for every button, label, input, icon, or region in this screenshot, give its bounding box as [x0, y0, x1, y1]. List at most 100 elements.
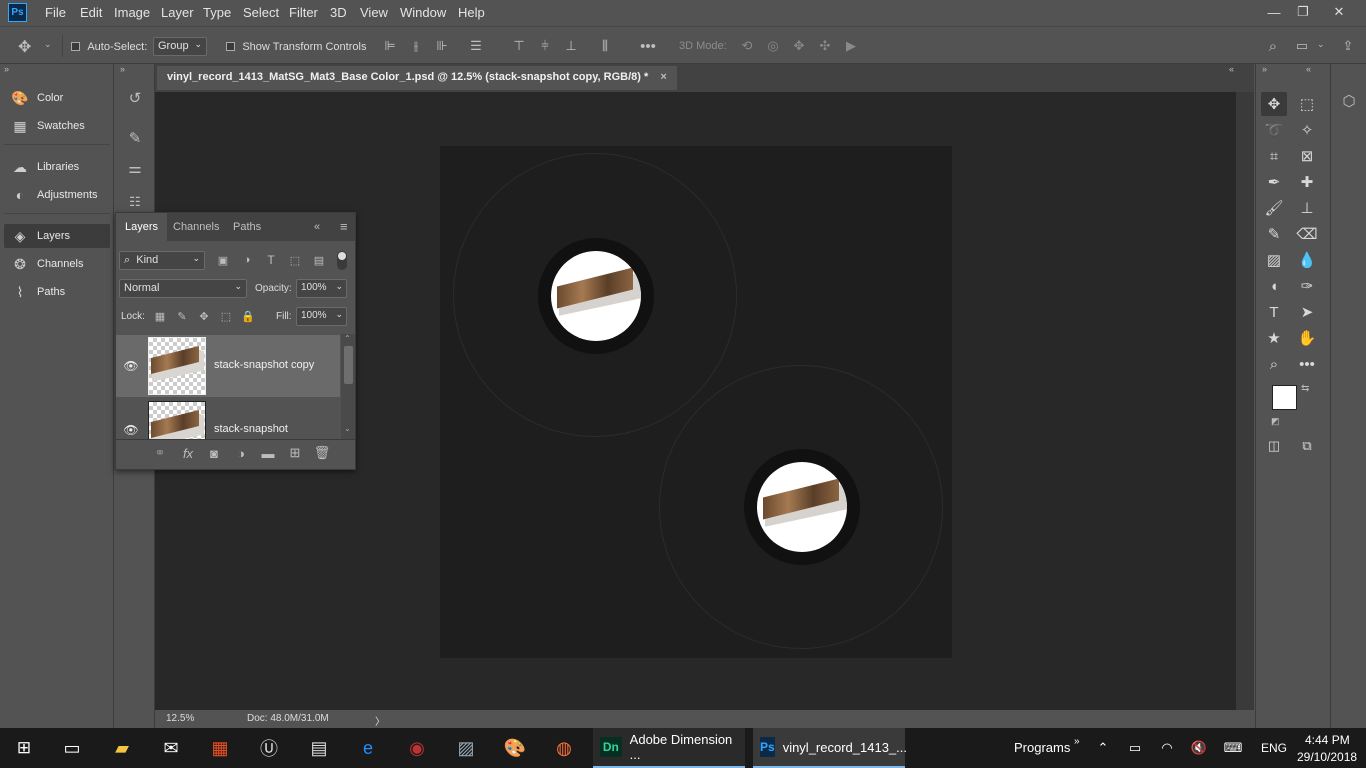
- layer-name[interactable]: stack-snapshot: [214, 423, 288, 435]
- firefox-icon[interactable]: ◍: [540, 728, 588, 768]
- type-tool[interactable]: T: [1261, 300, 1287, 324]
- menu-help[interactable]: Help: [458, 5, 485, 20]
- menu-file[interactable]: File: [45, 5, 66, 20]
- hand-tool[interactable]: ✋: [1294, 326, 1320, 350]
- file-explorer-icon[interactable]: ▰: [98, 728, 146, 768]
- more-tools-icon[interactable]: •••: [1294, 352, 1320, 376]
- windows-start-icon[interactable]: ⊞: [0, 728, 48, 768]
- healing-brush-tool[interactable]: ✚: [1294, 170, 1320, 194]
- eye-icon[interactable]: 👁: [123, 423, 138, 437]
- layer-row[interactable]: 👁 stack-snapshot: [116, 399, 340, 439]
- menu-3d[interactable]: 3D: [330, 5, 347, 20]
- filter-type-icon[interactable]: T: [264, 253, 278, 267]
- filter-smart-object-icon[interactable]: ▤: [312, 253, 326, 267]
- mask-icon[interactable]: ◙: [206, 446, 222, 461]
- image-viewer-icon[interactable]: ▨: [442, 728, 490, 768]
- menu-type[interactable]: Type: [203, 5, 231, 20]
- collapse-strip-icon[interactable]: »: [120, 64, 125, 74]
- tab-layers[interactable]: Layers: [116, 213, 168, 241]
- menu-select[interactable]: Select: [243, 5, 279, 20]
- clock-date[interactable]: 29/10/2018: [1297, 750, 1357, 764]
- dock-item-channels[interactable]: ❂ Channels: [4, 252, 110, 276]
- vertical-scrollbar[interactable]: [1236, 92, 1254, 710]
- align-center-icon[interactable]: ⫲: [407, 37, 425, 55]
- task-view-icon[interactable]: ▭: [48, 728, 96, 768]
- layer-row-selected[interactable]: 👁 stack-snapshot copy: [116, 335, 340, 397]
- calendar-icon[interactable]: ▤: [295, 728, 343, 768]
- dock-item-paths[interactable]: ⌇ Paths: [4, 280, 110, 304]
- distribute-vertical-icon[interactable]: ⫼: [596, 37, 614, 55]
- move-tool[interactable]: ✥: [1261, 92, 1287, 116]
- scroll-up-icon[interactable]: ⌃: [344, 334, 351, 343]
- battery-icon[interactable]: ▭: [1122, 728, 1148, 768]
- collapse-dock-icon[interactable]: »: [4, 64, 9, 74]
- scroll-thumb[interactable]: [344, 346, 353, 384]
- align-right-icon[interactable]: ⊪: [433, 37, 451, 55]
- 3d-panel-icon[interactable]: ⬡: [1337, 90, 1361, 112]
- filter-kind-dropdown[interactable]: ⌕ Kind ⌄: [119, 251, 205, 270]
- lock-transparent-icon[interactable]: ▦: [153, 309, 167, 323]
- dock-item-adjustments[interactable]: ◐ Adjustments: [4, 183, 110, 207]
- eyedropper-tool[interactable]: ✒: [1261, 170, 1287, 194]
- lock-pixels-icon[interactable]: ✎: [175, 309, 189, 323]
- layer-thumbnail[interactable]: [148, 337, 206, 395]
- unreal-engine-icon[interactable]: Ⓤ: [245, 728, 293, 768]
- lock-position-icon[interactable]: ✥: [197, 309, 211, 323]
- 3d-pan-icon[interactable]: ✥: [790, 37, 808, 55]
- share-icon[interactable]: ⇪: [1338, 37, 1358, 55]
- menu-edit[interactable]: Edit: [80, 5, 102, 20]
- store-icon[interactable]: ▦: [196, 728, 244, 768]
- layer-name[interactable]: stack-snapshot copy: [214, 359, 314, 371]
- align-left-icon[interactable]: ⊫: [381, 37, 399, 55]
- panel-menu-icon[interactable]: ≡: [340, 219, 348, 234]
- fill-input[interactable]: 100% ⌄: [296, 307, 347, 326]
- menu-view[interactable]: View: [360, 5, 388, 20]
- menu-filter[interactable]: Filter: [289, 5, 318, 20]
- path-selection-tool[interactable]: ➤: [1294, 300, 1320, 324]
- tab-close-icon[interactable]: ×: [660, 71, 666, 83]
- minimize-button[interactable]: —: [1260, 2, 1288, 22]
- folder-icon[interactable]: ▬: [260, 446, 276, 461]
- workspace-icon[interactable]: ▭: [1292, 37, 1312, 55]
- restore-button[interactable]: ❐: [1289, 2, 1317, 22]
- more-options-icon[interactable]: •••: [638, 37, 658, 55]
- game-app-icon[interactable]: ◉: [393, 728, 441, 768]
- dock-item-layers[interactable]: ◈ Layers: [4, 224, 110, 248]
- move-tool-icon[interactable]: ✥: [18, 37, 31, 57]
- tray-chevron-icon[interactable]: ⌃: [1090, 728, 1116, 768]
- 3d-roll-icon[interactable]: ◎: [764, 37, 782, 55]
- marquee-tool[interactable]: ⬚: [1294, 92, 1320, 116]
- pen-tool[interactable]: ✑: [1294, 274, 1320, 298]
- auto-select-option[interactable]: Auto-Select:: [71, 39, 147, 53]
- taskbar-app-photoshop[interactable]: Ps vinyl_record_1413_...: [753, 728, 907, 768]
- search-icon[interactable]: ⌕: [1263, 37, 1283, 55]
- dock-item-swatches[interactable]: ▦ Swatches: [4, 114, 110, 138]
- quick-mask-icon[interactable]: ◫: [1261, 434, 1287, 458]
- filter-adjustment-icon[interactable]: ◑: [240, 253, 254, 267]
- align-middle-icon[interactable]: ⫩: [536, 37, 554, 55]
- history-icon[interactable]: ↺: [122, 86, 148, 110]
- distribute-icon[interactable]: ☰: [467, 37, 485, 55]
- dock-item-color[interactable]: 🎨 Color: [4, 86, 110, 110]
- volume-muted-icon[interactable]: 🔇: [1186, 728, 1212, 768]
- swap-colors-icon[interactable]: ⇆: [1301, 383, 1309, 394]
- menu-layer[interactable]: Layer: [161, 5, 194, 20]
- align-top-icon[interactable]: ⊤: [510, 37, 528, 55]
- menu-window[interactable]: Window: [400, 5, 446, 20]
- collapse-right-icon[interactable]: «: [1229, 64, 1234, 74]
- lasso-tool[interactable]: ➰: [1261, 118, 1287, 142]
- zoom-tool[interactable]: ⌕: [1261, 352, 1287, 376]
- close-button[interactable]: ✕: [1325, 2, 1353, 22]
- workspace-chevron-icon[interactable]: ⌄: [1317, 39, 1325, 50]
- sliders-icon[interactable]: ⚌: [122, 156, 148, 180]
- language-indicator[interactable]: ENG: [1261, 741, 1287, 755]
- show-transform-option[interactable]: Show Transform Controls: [226, 39, 366, 53]
- tab-channels[interactable]: Channels: [164, 213, 228, 241]
- new-layer-icon[interactable]: ⊞: [287, 445, 303, 460]
- fx-icon[interactable]: fx: [180, 446, 196, 461]
- tab-paths[interactable]: Paths: [224, 213, 270, 241]
- status-menu-arrow[interactable]: 〉: [375, 713, 385, 728]
- wifi-icon[interactable]: ◠: [1154, 728, 1180, 768]
- eye-icon[interactable]: 👁: [123, 359, 138, 373]
- link-icon[interactable]: ⚭: [152, 445, 168, 460]
